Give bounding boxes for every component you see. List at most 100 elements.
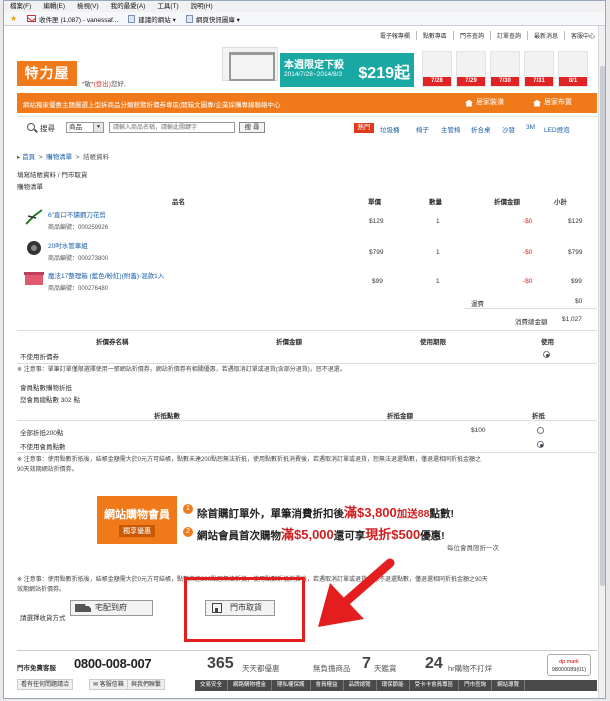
footer-link[interactable]: 隱私權保護	[272, 680, 311, 691]
footer-link[interactable]: 會員權益	[311, 680, 344, 691]
footer-link[interactable]: 交易安全	[195, 680, 229, 691]
points-none-radio[interactable]	[537, 441, 544, 448]
promo-product[interactable]: 7/30	[490, 51, 520, 87]
item-discount: -$0	[523, 278, 533, 285]
menu-tools[interactable]: 工具(T)	[157, 1, 178, 12]
footer-link[interactable]: 門市查詢	[459, 680, 493, 691]
hot-keyword[interactable]: 沙發	[502, 124, 515, 134]
top-link[interactable]: 電子報專欄	[380, 31, 410, 40]
search-input[interactable]	[109, 122, 235, 133]
hot-keyword[interactable]: 椅子	[416, 124, 429, 134]
vertical-scrollbar[interactable]	[598, 26, 605, 698]
divider	[17, 330, 597, 331]
top-link[interactable]: 門市查詢	[452, 31, 484, 40]
top-link[interactable]: 點數專區	[415, 31, 447, 40]
dpmark-badge[interactable]: dp.mark 98000089(01)	[547, 654, 591, 676]
menu-edit[interactable]: 編輯(E)	[43, 1, 65, 12]
col-header-subtotal: 小計	[554, 199, 567, 206]
top-link[interactable]: 最新消息	[526, 31, 558, 40]
points-all-radio[interactable]	[537, 427, 544, 434]
hot-keyword[interactable]: 主管椅	[441, 124, 461, 134]
item-price: $799	[369, 249, 384, 256]
announcement-bar: 網站獨家優惠主題嚴選上型拆商品分類館覽折價券專區(開箱文圖專/企業採購專線聯絡中…	[17, 93, 597, 113]
top-link[interactable]: 客服中心	[563, 31, 595, 40]
logout-link[interactable]: (登出)	[94, 81, 111, 88]
home-delivery-button[interactable]: 宅配到府	[70, 600, 153, 616]
total-value: $1,027	[562, 316, 582, 323]
greeting: *敏*(登出)您好,	[82, 81, 126, 88]
storage-box-thumbnail[interactable]	[23, 269, 45, 287]
footer-link[interactable]: 網站導覽	[492, 680, 526, 691]
weekly-promo-banner[interactable]: 本週限定下殺 2014/7/28~2014/8/3 $219起	[280, 53, 414, 87]
stat-24: 24	[425, 655, 443, 672]
site-logo[interactable]: 特力屋	[17, 61, 77, 86]
col-header-name: 品名	[172, 199, 185, 206]
search-category-select[interactable]: 商品 ▼	[66, 122, 104, 133]
shears-thumbnail[interactable]	[23, 208, 45, 226]
search-button[interactable]: 搜 尋	[239, 122, 265, 133]
announcement-text[interactable]: 網站獨家優惠主題嚴選上型拆商品分類館覽折價券專區(開箱文圖專/企業採購專線聯絡中…	[23, 99, 280, 109]
col-header-qty: 數量	[429, 199, 442, 206]
product-code: 商品編號：000276480	[48, 286, 109, 292]
stat-365-text: 天天都優惠	[242, 664, 280, 673]
points-col-points: 折抵點數	[154, 413, 180, 420]
breadcrumb-cart[interactable]: 購物清單	[46, 154, 72, 161]
scrollbar-thumb[interactable]	[600, 66, 605, 586]
hot-keyword[interactable]: 垃圾桶	[380, 124, 400, 134]
promo-line-1: 除首購訂單外，單筆消費折扣後滿$3,800加送88點數!	[197, 505, 454, 520]
promo-product[interactable]: 8/1	[558, 51, 588, 87]
favorite-gmail[interactable]: 收件匣 (1,087) - vanessaf...	[27, 14, 118, 24]
footer-link[interactable]: 受卡卡會員專區	[410, 680, 460, 691]
points-all-label: 全部折抵200點	[20, 430, 64, 437]
promo-line-2: 網站會員首次購物滿$5,000還可享現折$500優惠!	[197, 527, 445, 542]
member-promo-badge: 網站購物會員 獨享優惠	[97, 496, 177, 544]
truck-icon	[75, 604, 91, 612]
menu-file[interactable]: 檔案(F)	[10, 1, 31, 12]
hot-keyword[interactable]: LED燈泡	[544, 124, 570, 134]
top-link[interactable]: 訂單查詢	[489, 31, 521, 40]
search-icon	[27, 123, 35, 131]
footer-link[interactable]: 品牌總覽	[344, 680, 377, 691]
favorite-suggested-sites[interactable]: 建議的網站 ▾	[128, 14, 176, 24]
hose-reel-thumbnail[interactable]	[23, 239, 45, 257]
promo-product[interactable]: 7/31	[524, 51, 554, 87]
promo-product[interactable]: 7/28	[422, 51, 452, 87]
tab-hola[interactable]: 居家布置	[527, 97, 578, 109]
favorites-star-icon[interactable]: ★	[10, 14, 17, 23]
hot-keyword[interactable]: 折合桌	[471, 124, 491, 134]
coupon-col-use: 使用	[541, 339, 554, 346]
favorite-web-slice[interactable]: 網頁快訊圖庫 ▾	[185, 14, 240, 24]
footer-link-bar: 交易安全 網路購物禮金 隱私權保護 會員權益 品牌總覽 環保節能 受卡卡會員專區…	[195, 680, 597, 691]
contact-us-link[interactable]: 與我們聯繫	[127, 679, 166, 690]
no-coupon-radio[interactable]	[543, 351, 550, 358]
footer-link[interactable]: 環保節能	[377, 680, 410, 691]
shelf-product-image[interactable]	[222, 47, 278, 81]
gmail-icon	[27, 15, 37, 22]
promo-product[interactable]: 7/29	[456, 51, 486, 87]
menu-help[interactable]: 說明(H)	[191, 1, 213, 12]
site-top-links: 電子報專欄 點數專區 門市查詢 訂單查詢 最新消息 客服中心	[380, 31, 595, 40]
total-label: 消費總金額	[515, 319, 548, 326]
no-coupon-label: 不使用折價券	[20, 354, 59, 361]
stat-24-text: hr購物不打烊	[448, 664, 493, 673]
product-code: 商品編號：000259926	[48, 225, 109, 231]
breadcrumb-home[interactable]: 首頁	[22, 154, 35, 161]
product-code: 商品編號：000273800	[48, 256, 109, 262]
divider	[17, 116, 597, 117]
step-2-badge: 2	[183, 527, 193, 537]
member-promo-banner[interactable]: 網站購物會員 獨享優惠 1 除首購訂單外，單筆消費折扣後滿$3,800加送88點…	[97, 496, 505, 558]
product-name[interactable]: 20吋水管車組	[48, 240, 88, 250]
hot-keyword[interactable]: 3M	[526, 124, 535, 131]
divider	[17, 452, 597, 453]
item-qty: 1	[436, 218, 440, 225]
menu-favorites[interactable]: 我的最愛(A)	[111, 1, 146, 12]
shipping-value: $0	[575, 298, 583, 305]
coupon-col-name: 折價券名稱	[96, 339, 129, 346]
product-name[interactable]: 魔法17整理箱 (藍色/粉紅)(附蓋)-混款1入	[48, 270, 164, 280]
site-footer: 門市免費客服 0800-008-007 看有任何問題請洽 ✉ 客服信箱 與我們聯…	[17, 650, 597, 698]
footer-link[interactable]: 網路購物禮金	[228, 680, 273, 691]
tab-home-decor[interactable]: 居家裝潢	[459, 97, 510, 109]
email-support-link[interactable]: ✉ 客服信箱	[89, 679, 128, 690]
menu-view[interactable]: 檢視(V)	[77, 1, 99, 12]
product-name[interactable]: 6"直口不鏽鋼刀花剪	[48, 209, 106, 219]
